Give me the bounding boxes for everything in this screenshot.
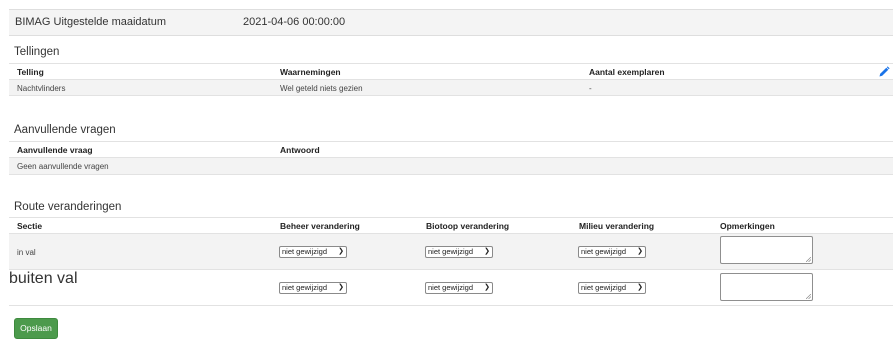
col-telling: Telling bbox=[17, 67, 44, 77]
sectie-cell: in val bbox=[17, 248, 36, 257]
route-title: Route veranderingen bbox=[14, 201, 122, 213]
aanvullend-title: Aanvullende vragen bbox=[14, 124, 116, 136]
col-waarnemingen: Waarnemingen bbox=[280, 67, 341, 77]
biotoop-select[interactable]: niet gewijzigd ❯ bbox=[425, 246, 493, 258]
col-biotoop: Biotoop verandering bbox=[426, 221, 510, 231]
aantal-cell: - bbox=[589, 84, 592, 93]
beheer-select[interactable]: niet gewijzigd ❯ bbox=[279, 282, 347, 294]
chevron-down-icon: ❯ bbox=[637, 284, 643, 291]
col-antwoord: Antwoord bbox=[280, 145, 320, 155]
col-sectie: Sectie bbox=[17, 221, 43, 231]
list-item: Geen aanvullende vragen bbox=[9, 158, 893, 175]
col-beheer: Beheer verandering bbox=[280, 221, 360, 231]
biotoop-select[interactable]: niet gewijzigd ❯ bbox=[425, 282, 493, 294]
visit-datetime: 2021-04-06 00:00:00 bbox=[243, 16, 346, 28]
col-opmerkingen: Opmerkingen bbox=[720, 221, 775, 231]
chevron-down-icon: ❯ bbox=[338, 248, 344, 255]
save-button[interactable]: Opslaan bbox=[14, 318, 58, 339]
opmerkingen-textarea[interactable] bbox=[720, 236, 813, 264]
header-bar: BIMAG Uitgestelde maaidatum 2021-04-06 0… bbox=[9, 9, 893, 36]
milieu-select[interactable]: niet gewijzigd ❯ bbox=[578, 282, 646, 294]
resize-grip-icon[interactable] bbox=[806, 257, 811, 262]
chevron-down-icon: ❯ bbox=[484, 284, 490, 291]
table-row: Nachtvlinders Wel geteld niets gezien - bbox=[9, 80, 893, 96]
telling-cell: Nachtvlinders bbox=[17, 84, 66, 93]
chevron-down-icon: ❯ bbox=[338, 284, 344, 291]
resize-grip-icon[interactable] bbox=[806, 294, 811, 299]
col-aanvullende-vraag: Aanvullende vraag bbox=[17, 145, 93, 155]
opmerkingen-textarea[interactable] bbox=[720, 273, 813, 301]
empty-message: Geen aanvullende vragen bbox=[17, 162, 109, 171]
chevron-down-icon: ❯ bbox=[637, 248, 643, 255]
pencil-icon[interactable] bbox=[878, 66, 890, 78]
col-aantal-exemplaren: Aantal exemplaren bbox=[589, 67, 665, 77]
aanvullend-header-row: Aanvullende vraag Antwoord bbox=[9, 141, 893, 158]
beheer-select[interactable]: niet gewijzigd ❯ bbox=[279, 246, 347, 258]
waarnemingen-cell: Wel geteld niets gezien bbox=[280, 84, 363, 93]
table-row: buiten val niet gewijzigd ❯ niet gewijzig… bbox=[9, 270, 893, 306]
chevron-down-icon: ❯ bbox=[484, 248, 490, 255]
sectie-cell: buiten val bbox=[9, 270, 78, 287]
route-header-row: Sectie Beheer verandering Biotoop verand… bbox=[9, 217, 893, 234]
tellingen-header-row: Telling Waarnemingen Aantal exemplaren bbox=[9, 63, 893, 80]
milieu-select[interactable]: niet gewijzigd ❯ bbox=[578, 246, 646, 258]
tellingen-title: Tellingen bbox=[14, 46, 60, 58]
project-label: BIMAG Uitgestelde maaidatum bbox=[15, 16, 167, 28]
table-row: in val niet gewijzigd ❯ niet gewijzigd ❯ n… bbox=[9, 234, 893, 270]
col-milieu: Milieu verandering bbox=[579, 221, 655, 231]
